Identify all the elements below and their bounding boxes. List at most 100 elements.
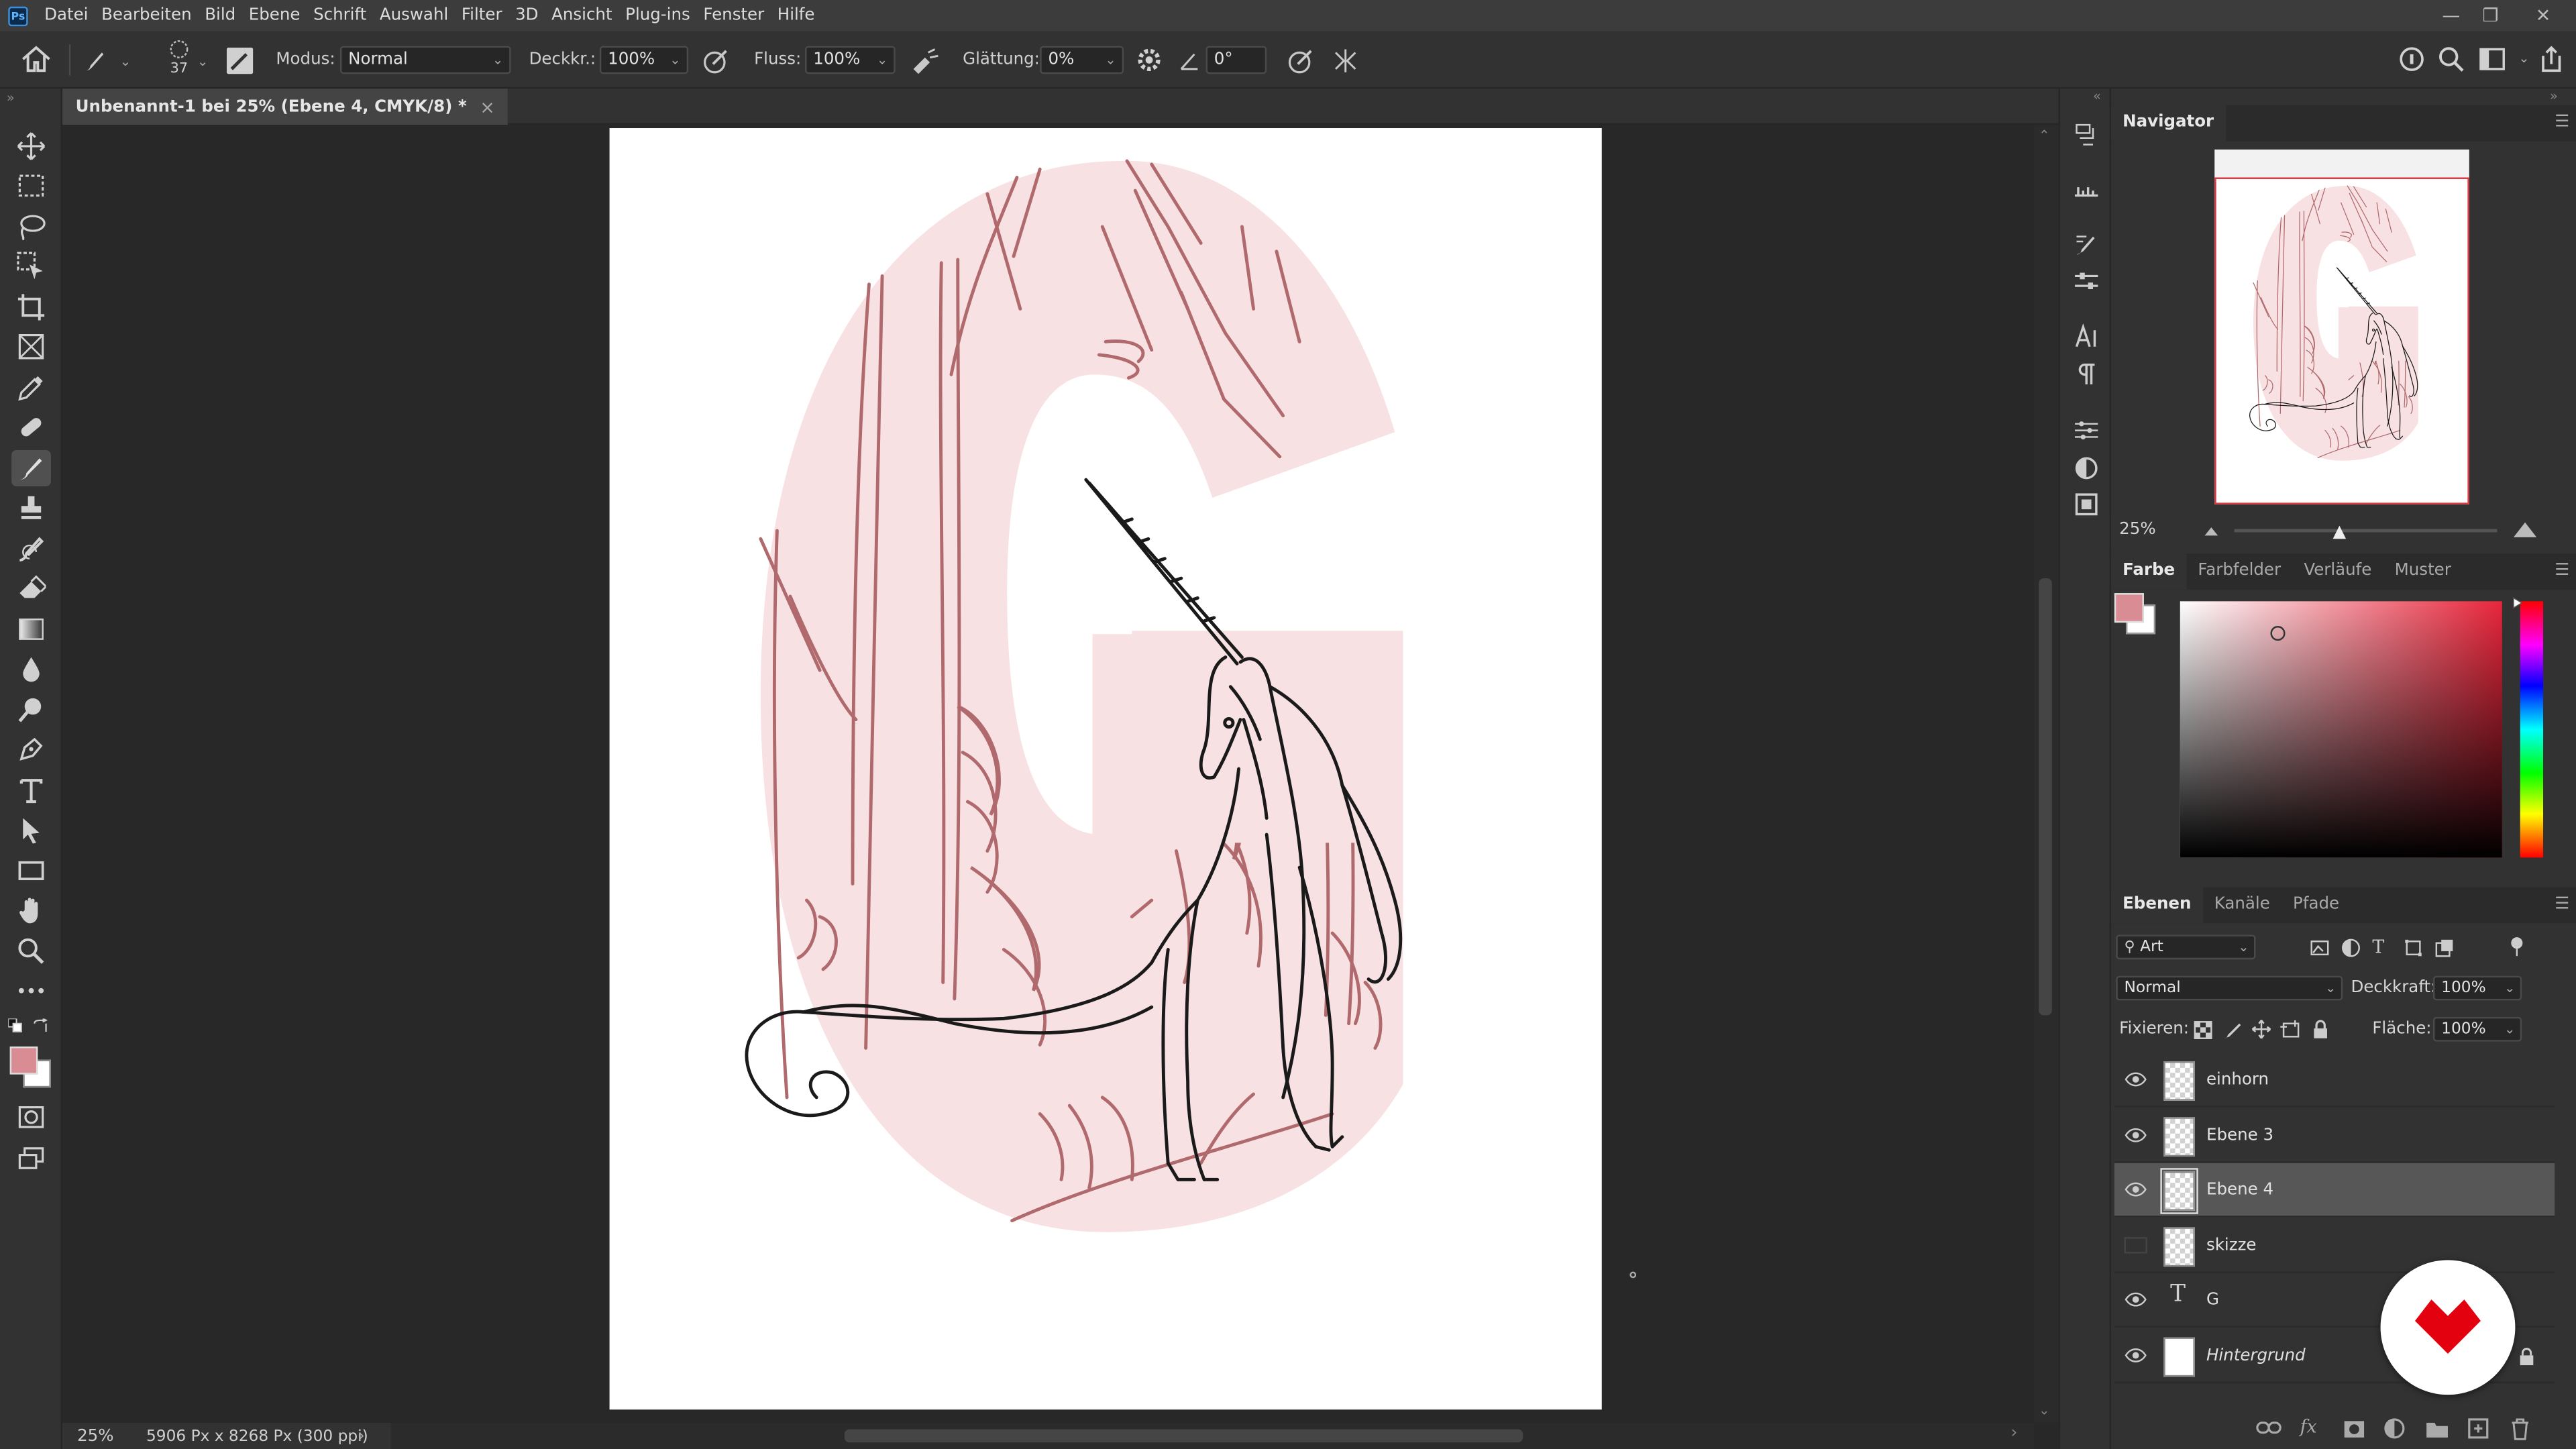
pressure-size-icon[interactable] — [1287, 46, 1316, 76]
visibility-off-box[interactable] — [2124, 1237, 2147, 1254]
color-field[interactable] — [2180, 601, 2502, 858]
vertical-scrollbar[interactable]: ⌃ ⌄ — [2033, 125, 2059, 1423]
visibility-eye-icon[interactable] — [2125, 1347, 2147, 1363]
flow-field[interactable]: 100% ⌄ — [805, 46, 896, 74]
menu-auswahl[interactable]: Auswahl — [373, 7, 455, 25]
brush-tool-icon[interactable] — [11, 450, 51, 486]
home-icon[interactable] — [19, 44, 52, 74]
restore-button[interactable]: ❐ — [2471, 0, 2510, 32]
tab-verlaeufe[interactable]: Verläufe — [2292, 553, 2383, 590]
tab-ebenen[interactable]: Ebenen — [2110, 887, 2203, 924]
navigator-thumbnail[interactable] — [2214, 149, 2469, 504]
screen-mode-icon[interactable] — [11, 1140, 51, 1177]
angle-field[interactable]: 0° — [1205, 46, 1267, 74]
menu-ebene[interactable]: Ebene — [242, 7, 307, 25]
tab-pfade[interactable]: Pfade — [2282, 887, 2351, 923]
layer-row-ebene-3[interactable]: Ebene 3 — [2114, 1109, 2555, 1163]
crop-tool-icon[interactable] — [11, 289, 51, 325]
menu-3d[interactable]: 3D — [508, 7, 545, 25]
navigator-zoom-handle[interactable] — [2331, 524, 2347, 540]
hue-slider[interactable] — [2513, 597, 2544, 858]
more-tools-icon[interactable] — [11, 973, 51, 1009]
workspace-icon[interactable] — [2479, 48, 2506, 70]
navigator-zoom-value[interactable]: 25% — [2119, 521, 2155, 539]
menu-fenster[interactable]: Fenster — [697, 7, 771, 25]
fill-field[interactable]: 100% ⌄ — [2432, 1016, 2522, 1042]
filter-shape-icon[interactable] — [2404, 938, 2423, 957]
visibility-eye-icon[interactable] — [2125, 1071, 2147, 1087]
filter-smart-object-icon[interactable] — [2434, 938, 2454, 957]
zoom-level[interactable]: 25% — [77, 1427, 113, 1445]
smoothing-field[interactable]: 0% ⌄ — [1040, 46, 1124, 74]
character-icon[interactable] — [2072, 322, 2101, 352]
adjustments-icon[interactable] — [2072, 453, 2101, 483]
scroll-right-icon[interactable]: › — [2011, 1424, 2018, 1442]
object-selection-tool-icon[interactable] — [11, 248, 51, 284]
layer-opacity-field[interactable]: 100% ⌄ — [2432, 975, 2522, 1001]
pressure-opacity-icon[interactable] — [702, 46, 731, 76]
tab-farbe[interactable]: Farbe — [2110, 553, 2187, 590]
opacity-field[interactable]: 100% ⌄ — [599, 46, 689, 74]
color-picker-cursor[interactable] — [2270, 626, 2286, 641]
layer-filter-select[interactable]: ⚲ Art ⌄ — [2116, 934, 2256, 960]
vertical-scroll-thumb[interactable] — [2039, 578, 2052, 1016]
layer-row-ebene-4[interactable]: Ebene 4 — [2114, 1163, 2555, 1218]
tab-muster[interactable]: Muster — [2383, 553, 2463, 590]
healing-brush-tool-icon[interactable] — [11, 409, 51, 445]
new-adjustment-icon[interactable] — [2383, 1417, 2405, 1439]
zoom-tool-icon[interactable] — [11, 933, 51, 969]
brush-tool-icon[interactable] — [82, 48, 108, 74]
paragraph-icon[interactable] — [2072, 360, 2101, 389]
panel-menu-icon[interactable]: ☰ — [2555, 113, 2569, 131]
foreground-color-swatch[interactable] — [2114, 593, 2144, 623]
search-icon[interactable] — [2438, 46, 2464, 72]
tab-kanaele[interactable]: Kanäle — [2203, 887, 2282, 923]
delete-layer-icon[interactable] — [2510, 1417, 2530, 1440]
history-brush-tool-icon[interactable] — [11, 531, 51, 567]
quick-mask-icon[interactable] — [11, 1099, 51, 1135]
fx-icon[interactable]: fx — [2300, 1416, 2317, 1438]
navigator-view-box[interactable] — [2214, 177, 2469, 504]
add-mask-icon[interactable] — [2343, 1419, 2365, 1439]
horizontal-scrollbar[interactable]: ‹ › — [381, 1422, 2034, 1449]
lock-artboard-icon[interactable] — [2280, 1020, 2302, 1040]
filter-type-icon[interactable]: T — [2372, 936, 2384, 958]
hue-slider-handle[interactable] — [2512, 596, 2523, 610]
lock-all-icon[interactable] — [2312, 1018, 2330, 1040]
marquee-tool-icon[interactable] — [11, 168, 51, 204]
scroll-down-icon[interactable]: ⌄ — [2039, 1403, 2049, 1417]
eraser-tool-icon[interactable] — [11, 570, 51, 606]
canvas-area[interactable] — [62, 125, 2034, 1423]
move-tool-icon[interactable] — [11, 128, 51, 164]
new-group-icon[interactable] — [2425, 1419, 2450, 1439]
navigator-zoom-slider[interactable] — [2234, 529, 2498, 533]
visibility-eye-icon[interactable] — [2125, 1291, 2147, 1307]
zoom-in-icon[interactable] — [2512, 519, 2538, 539]
frame-tool-icon[interactable] — [11, 329, 51, 365]
dodge-tool-icon[interactable] — [11, 692, 51, 728]
menu-filter[interactable]: Filter — [455, 7, 508, 25]
filter-adjustment-icon[interactable] — [2341, 938, 2361, 957]
history-icon[interactable] — [2072, 120, 2101, 150]
visibility-eye-icon[interactable] — [2125, 1127, 2147, 1143]
stamp-tool-icon[interactable] — [11, 490, 51, 526]
swap-colors-icon[interactable] — [33, 1018, 49, 1033]
filter-pixel-icon[interactable] — [2310, 938, 2329, 957]
pen-tool-icon[interactable] — [11, 731, 51, 767]
filter-toggle-icon[interactable] — [2509, 936, 2525, 957]
menu-ansicht[interactable]: Ansicht — [545, 7, 619, 25]
hand-tool-icon[interactable] — [11, 892, 51, 928]
minimize-button[interactable]: — — [2431, 0, 2471, 32]
document-tab[interactable]: Unbenannt-1 bei 25% (Ebene 4, CMYK/8) * … — [62, 89, 508, 125]
chevron-down-icon[interactable]: ⌄ — [2518, 51, 2529, 66]
default-colors-icon[interactable] — [8, 1018, 23, 1033]
close-window-button[interactable]: ✕ — [2524, 0, 2563, 32]
gradient-tool-icon[interactable] — [11, 611, 51, 647]
panel-menu-icon[interactable]: ☰ — [2555, 896, 2569, 914]
visibility-eye-icon[interactable] — [2125, 1181, 2147, 1197]
menu-schrift[interactable]: Schrift — [307, 7, 373, 25]
scroll-up-icon[interactable]: ⌃ — [2039, 128, 2049, 143]
properties-icon[interactable] — [2072, 416, 2101, 445]
close-tab-icon[interactable]: × — [480, 96, 495, 117]
brush-preset-dropdown-icon[interactable]: ⌄ — [120, 54, 131, 69]
